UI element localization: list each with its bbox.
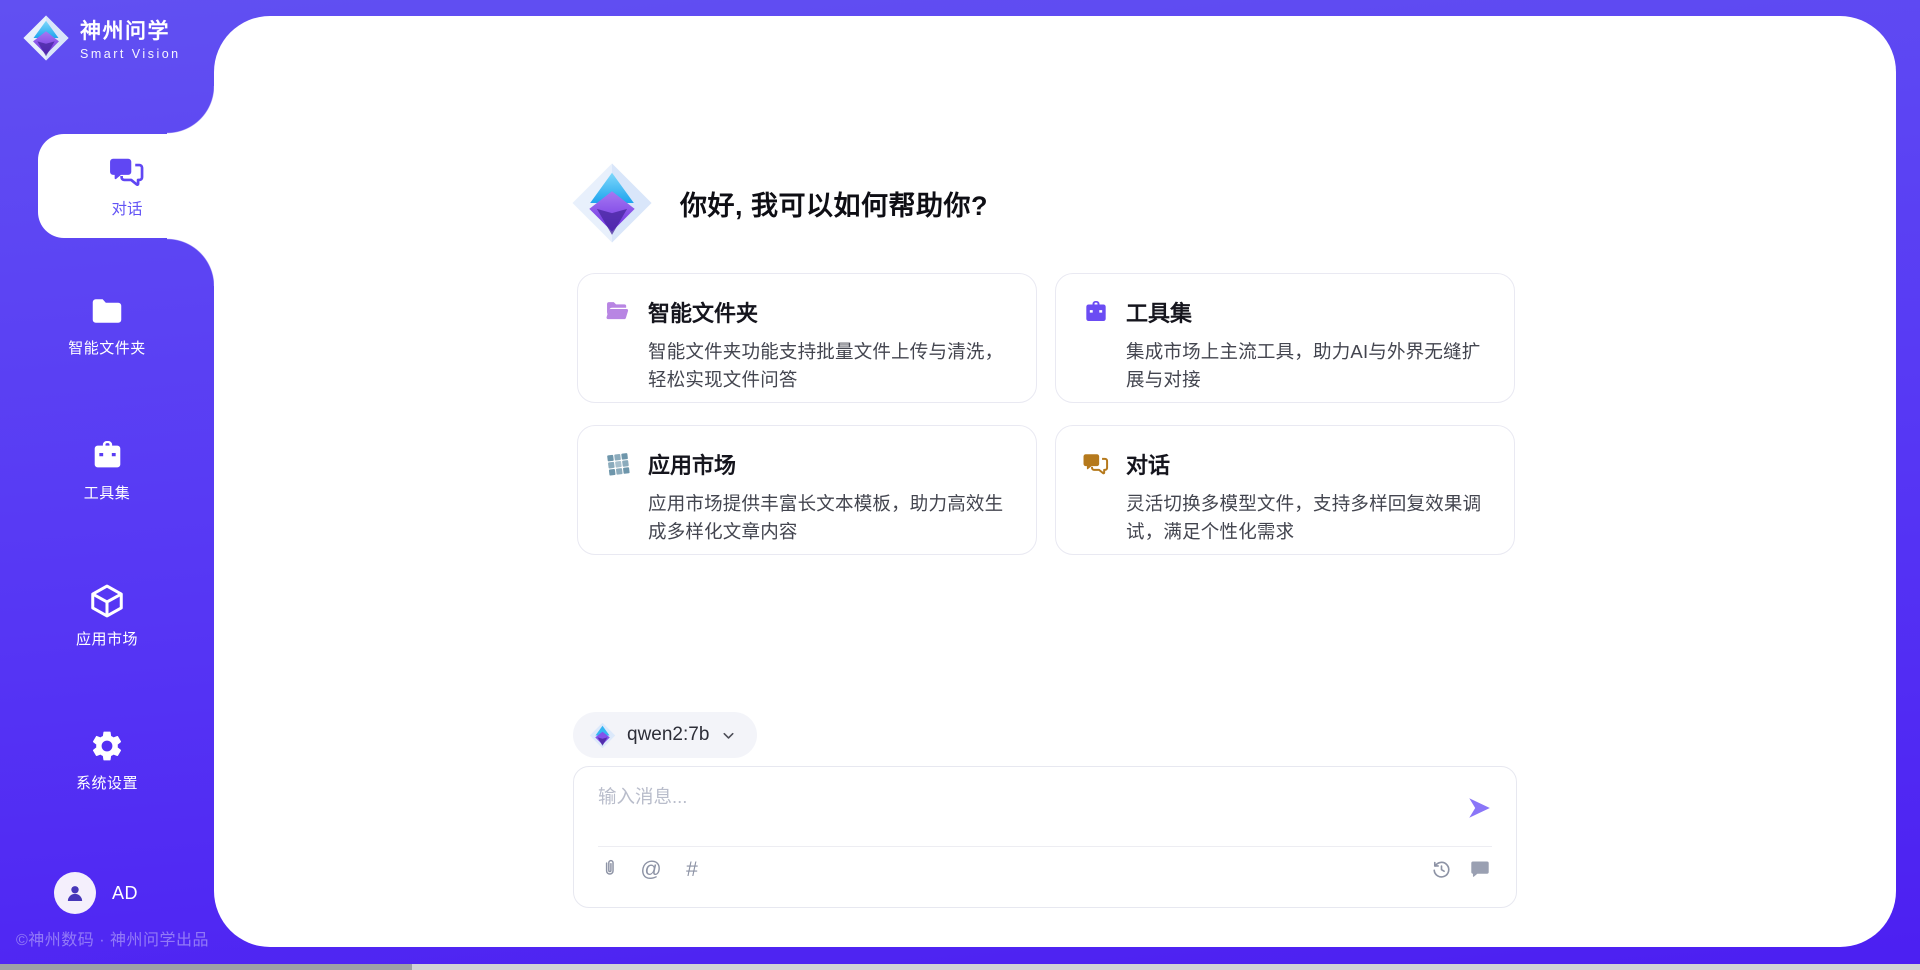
card-description: 应用市场提供丰富长文本模板，助力高效生成多样化文章内容 (648, 490, 1010, 546)
card-title: 智能文件夹 (648, 296, 758, 328)
app-window: 神州问学 Smart Vision 对话 智能文件夹 工具集 (0, 0, 1920, 970)
chat-bubbles-icon (108, 153, 146, 191)
brand-diamond-icon (589, 722, 616, 749)
scrollbar-thumb[interactable] (0, 964, 412, 970)
toolbox-icon (89, 437, 126, 474)
model-selector[interactable]: qwen2:7b (573, 712, 757, 758)
message-composer: @ # (573, 766, 1517, 908)
toolbox-icon (1082, 298, 1110, 326)
sidebar-item-toolset[interactable]: 工具集 (0, 428, 214, 512)
message-input[interactable] (598, 783, 1428, 839)
feature-card-app-market[interactable]: 应用市场 应用市场提供丰富长文本模板，助力高效生成多样化文章内容 (577, 425, 1037, 555)
grid-icon (604, 450, 632, 478)
welcome-header: 你好, 我可以如何帮助你? (570, 160, 988, 246)
folder-icon (89, 293, 125, 329)
sidebar-item-label: 工具集 (84, 482, 131, 503)
greeting-text: 你好, 我可以如何帮助你? (680, 184, 988, 223)
user-initials: AD (112, 883, 138, 904)
app-subtitle: Smart Vision (80, 47, 181, 61)
card-title: 应用市场 (648, 448, 736, 480)
hashtag-icon[interactable]: # (680, 857, 704, 881)
composer-divider (598, 846, 1492, 847)
gear-icon (89, 728, 125, 764)
history-icon[interactable] (1429, 857, 1453, 881)
sidebar-item-label: 对话 (111, 197, 142, 219)
card-title: 工具集 (1126, 296, 1192, 328)
card-description: 智能文件夹功能支持批量文件上传与清洗，轻松实现文件问答 (648, 338, 1010, 394)
sidebar-item-chat[interactable]: 对话 (38, 134, 216, 238)
cube-icon (88, 582, 126, 620)
mention-icon[interactable]: @ (639, 857, 663, 881)
avatar (54, 872, 96, 914)
copyright-text: ©神州数码 · 神州问学出品 (16, 926, 209, 950)
user-account[interactable]: AD (54, 872, 138, 914)
person-icon (62, 880, 88, 906)
sidebar-item-app-market[interactable]: 应用市场 (0, 573, 214, 657)
model-name: qwen2:7b (627, 724, 709, 746)
chat-bubbles-icon (1082, 450, 1110, 478)
app-name: 神州问学 (80, 15, 181, 45)
tab-fillet-top (167, 86, 215, 134)
sidebar-item-smart-folder[interactable]: 智能文件夹 (0, 283, 214, 367)
app-logo: 神州问学 Smart Vision (22, 14, 181, 62)
horizontal-scrollbar[interactable] (0, 964, 1920, 970)
feature-card-chat[interactable]: 对话 灵活切换多模型文件，支持多样回复效果调试，满足个性化需求 (1055, 425, 1515, 555)
send-icon (1466, 795, 1492, 821)
tab-fillet-bottom (167, 238, 215, 286)
chevron-down-icon (720, 727, 737, 744)
card-description: 灵活切换多模型文件，支持多样回复效果调试，满足个性化需求 (1126, 490, 1488, 546)
sidebar-item-settings[interactable]: 系统设置 (0, 718, 214, 802)
sidebar-item-label: 系统设置 (76, 772, 138, 793)
brand-diamond-icon (570, 161, 654, 245)
send-button[interactable] (1466, 795, 1492, 821)
comment-icon[interactable] (1468, 857, 1492, 881)
attachment-icon[interactable] (598, 857, 622, 881)
folder-open-icon (604, 298, 632, 326)
card-description: 集成市场上主流工具，助力AI与外界无缝扩展与对接 (1126, 338, 1488, 394)
card-title: 对话 (1126, 448, 1170, 480)
feature-card-smart-folder[interactable]: 智能文件夹 智能文件夹功能支持批量文件上传与清洗，轻松实现文件问答 (577, 273, 1037, 403)
sidebar-item-label: 智能文件夹 (68, 337, 146, 358)
brand-diamond-icon (22, 14, 70, 62)
sidebar-item-label: 应用市场 (76, 628, 138, 649)
feature-card-toolset[interactable]: 工具集 集成市场上主流工具，助力AI与外界无缝扩展与对接 (1055, 273, 1515, 403)
